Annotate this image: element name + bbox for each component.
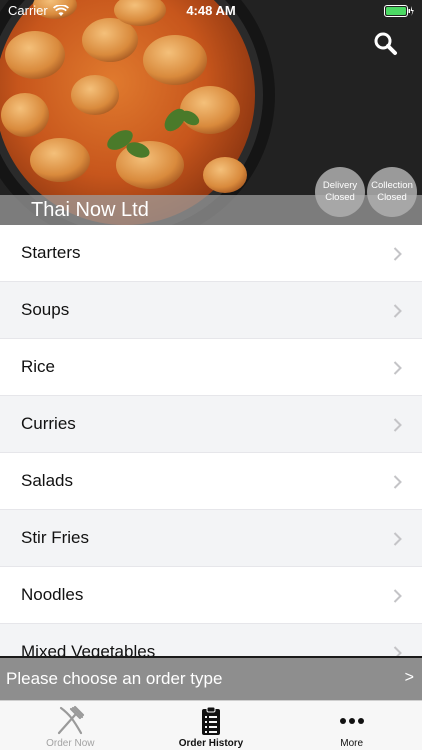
tab-order-history[interactable]: Order History <box>141 701 282 750</box>
menu-category-row[interactable]: Starters <box>0 225 422 282</box>
menu-category-label: Rice <box>21 357 56 376</box>
order-type-bar[interactable]: Please choose an order type > <box>0 656 422 700</box>
menu-category-row[interactable]: Soups <box>0 282 422 339</box>
clipboard-list-icon <box>201 706 220 735</box>
delivery-label: Delivery <box>322 180 358 191</box>
chevron-right-icon <box>393 418 402 432</box>
chevron-right-icon <box>393 589 402 603</box>
clock: 4:48 AM <box>186 3 236 18</box>
order-type-arrow: > <box>404 669 414 686</box>
order-type-prompt: Please choose an order type <box>6 669 223 688</box>
menu-category-list[interactable]: Starters Soups Rice Curries Salads Stir … <box>0 225 422 656</box>
menu-category-label: Curries <box>21 414 76 433</box>
chevron-right-icon <box>393 304 402 318</box>
chevron-right-icon <box>393 475 402 489</box>
chevron-right-icon <box>393 646 402 656</box>
menu-category-row[interactable]: Rice <box>0 339 422 396</box>
ellipsis-icon <box>339 718 364 724</box>
tab-label: Order History <box>178 738 244 749</box>
menu-category-label: Mixed Vegetables <box>21 642 156 656</box>
menu-category-row[interactable]: Salads <box>0 453 422 510</box>
collection-status-badge: Collection Closed <box>367 167 417 217</box>
menu-category-label: Starters <box>21 243 81 262</box>
hero-banner: Carrier 4:48 AM Thai Now Ltd Delivery Cl… <box>0 0 422 225</box>
delivery-status-badge: Delivery Closed <box>315 167 365 217</box>
delivery-status: Closed <box>325 192 355 203</box>
tab-order-now[interactable]: Order Now <box>0 701 141 750</box>
chevron-right-icon <box>393 361 402 375</box>
menu-category-row[interactable]: Curries <box>0 396 422 453</box>
battery-icon <box>384 5 414 17</box>
menu-category-label: Salads <box>21 471 73 490</box>
chevron-right-icon <box>393 247 402 261</box>
menu-category-label: Stir Fries <box>21 528 89 547</box>
tab-bar: Order Now Order History More <box>0 700 422 750</box>
tab-more[interactable]: More <box>281 701 422 750</box>
tab-label: More <box>340 738 364 749</box>
fork-knife-icon <box>58 705 85 735</box>
menu-category-row[interactable]: Noodles <box>0 567 422 624</box>
collection-label: Collection <box>371 180 413 191</box>
menu-category-label: Soups <box>21 300 70 319</box>
restaurant-name: Thai Now Ltd <box>31 199 149 221</box>
collection-status: Closed <box>377 192 407 203</box>
menu-category-label: Noodles <box>21 585 84 604</box>
menu-category-row[interactable]: Stir Fries <box>0 510 422 567</box>
tab-label: Order Now <box>46 738 95 749</box>
chevron-right-icon <box>393 532 402 546</box>
search-icon[interactable] <box>372 30 400 58</box>
status-bar: Carrier 4:48 AM <box>0 0 422 22</box>
menu-category-row[interactable]: Mixed Vegetables <box>0 624 422 656</box>
